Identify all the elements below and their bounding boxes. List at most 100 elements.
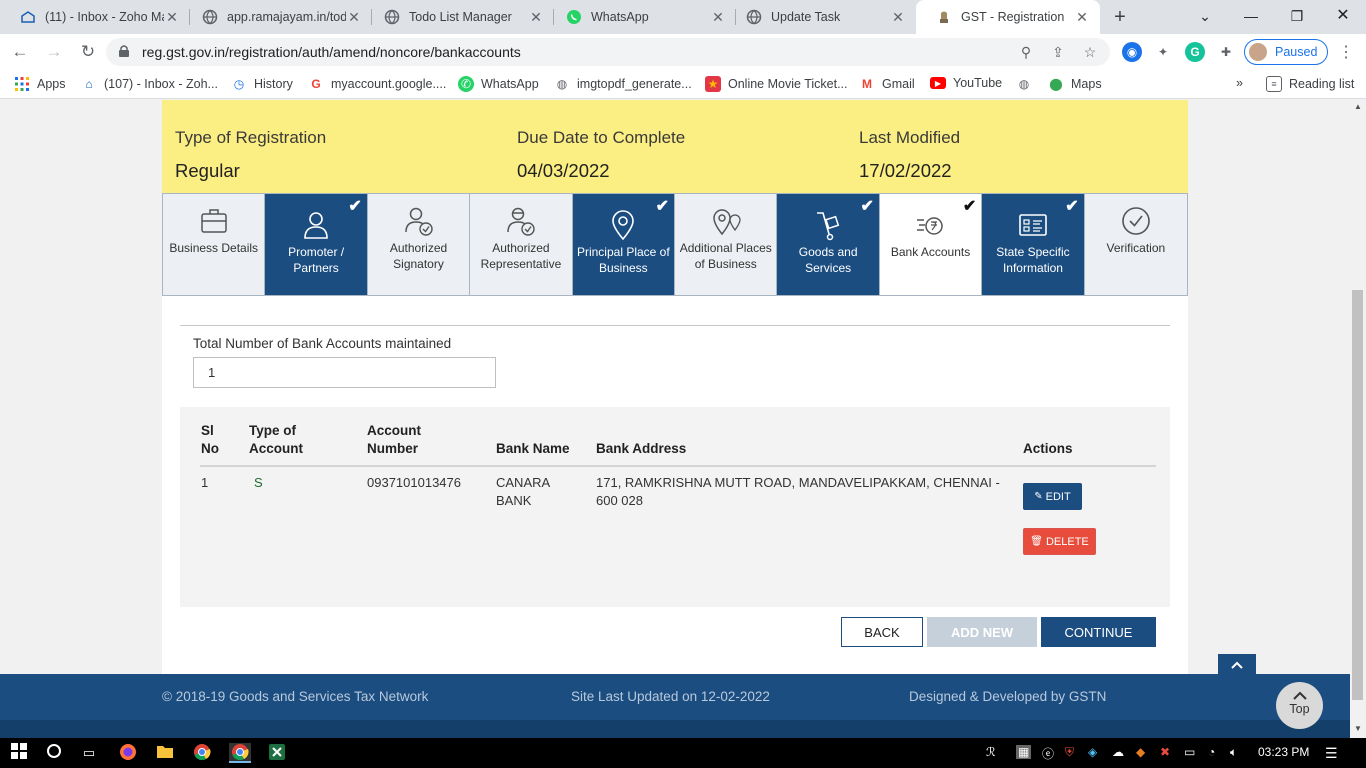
zoom-icon[interactable]: ⚲ — [1016, 42, 1036, 62]
bookmark-apps[interactable]: Apps — [14, 76, 66, 92]
bookmark-zoho-inbox[interactable]: ⌂ (107) - Inbox - Zoh... — [81, 76, 218, 92]
scroll-up-tab[interactable] — [1218, 654, 1256, 676]
gst-tray-icon[interactable]: ▦ — [1016, 745, 1032, 759]
add-new-button[interactable]: ADD NEW — [927, 617, 1037, 647]
address-bar[interactable]: reg.gst.gov.in/registration/auth/amend/n… — [106, 38, 1110, 66]
cell-account-number: 0937101013476 — [367, 475, 461, 490]
step-verification[interactable]: Verification — [1084, 194, 1188, 295]
header-account-number: Account Number — [367, 423, 421, 456]
close-tab-icon[interactable]: ✕ — [1074, 9, 1090, 26]
continue-button[interactable]: CONTINUE — [1041, 617, 1156, 647]
scroll-down-arrow-icon[interactable]: ▼ — [1350, 724, 1366, 733]
scroll-up-arrow-icon[interactable]: ▲ — [1350, 102, 1366, 111]
step-business-details[interactable]: Business Details — [163, 194, 266, 295]
checkmark-icon: ✔ — [962, 198, 977, 215]
grammarly-icon[interactable]: G — [1185, 42, 1205, 62]
bank-accounts-table: Sl No Type of Account Account Number Ban… — [180, 407, 1170, 607]
bank-count-input[interactable]: 1 — [193, 357, 496, 388]
reload-icon[interactable]: ↻ — [76, 40, 100, 64]
trash-icon: 🗑 — [1030, 536, 1043, 547]
browser-tab-active[interactable]: GST - Registration ✕ — [916, 0, 1100, 34]
browser-tab[interactable]: Todo List Manager ✕ — [364, 0, 554, 34]
extension-icon[interactable]: ◉ — [1122, 42, 1142, 62]
bookmark-google-account[interactable]: G myaccount.google.... — [308, 76, 446, 92]
profile-button[interactable]: Paused — [1244, 39, 1328, 65]
close-tab-icon[interactable]: ✕ — [710, 9, 726, 26]
notifications-icon[interactable]: ☰ — [1325, 745, 1338, 762]
back-to-top-button[interactable]: Top — [1276, 682, 1323, 729]
section-divider — [180, 325, 1170, 326]
volume-icon[interactable]: 🔈︎ — [1230, 745, 1237, 760]
clock-time[interactable]: 03:23 PM — [1258, 745, 1309, 759]
restore-button[interactable]: ❐ — [1274, 0, 1320, 34]
app-tray-icon[interactable]: ◆ — [1136, 745, 1145, 759]
avatar — [1249, 43, 1267, 61]
gmail-icon: M — [862, 77, 872, 91]
search-circle-icon[interactable] — [44, 743, 64, 763]
history-icon: ◷ — [233, 77, 245, 91]
windows-start-icon[interactable] — [9, 743, 29, 763]
edit-button[interactable]: ✎ EDIT — [1023, 483, 1082, 510]
step-principal-place[interactable]: ✔ Principal Place of Business — [572, 194, 676, 295]
forward-arrow-icon[interactable]: → — [42, 40, 66, 64]
puzzle-icon[interactable]: ✚ — [1216, 42, 1236, 62]
security-icon[interactable]: ◈ — [1088, 745, 1097, 759]
browser-tab[interactable]: Update Task ✕ — [726, 0, 916, 34]
step-promoter-partners[interactable]: ✔ Promoter / Partners — [265, 194, 368, 295]
browser-tab[interactable]: (11) - Inbox - Zoho Ma ✕ — [0, 0, 190, 34]
share-icon[interactable]: ⇪ — [1048, 42, 1068, 62]
bookmark-youtube[interactable]: ▶ YouTube — [930, 76, 1002, 90]
more-bookmarks-button[interactable]: » — [1236, 76, 1243, 90]
minimize-button[interactable]: — — [1228, 0, 1274, 34]
tab-search-icon[interactable]: ⌄ — [1182, 0, 1228, 34]
close-window-button[interactable]: ✕ — [1320, 0, 1366, 34]
close-tab-icon[interactable]: ✕ — [346, 9, 362, 26]
battery-icon[interactable]: ▭ — [1184, 745, 1195, 759]
back-arrow-icon[interactable]: ← — [8, 40, 32, 64]
shield-icon[interactable]: ⛨ — [1065, 745, 1074, 760]
bookmark-gmail[interactable]: M Gmail — [859, 76, 915, 92]
extension-icon[interactable]: ✦ — [1153, 42, 1173, 62]
bookmark-globe[interactable]: ◍ — [1016, 76, 1039, 92]
close-tab-icon[interactable]: ✕ — [164, 9, 180, 26]
bookmark-movie-tickets[interactable]: ★ Online Movie Ticket... — [705, 76, 848, 92]
bookmark-star-icon[interactable]: ☆ — [1080, 42, 1100, 62]
edge-icon[interactable]: ⓔ — [1042, 745, 1054, 762]
bookmark-imgtopdf[interactable]: ◍ imgtopdf_generate... — [554, 76, 692, 92]
delete-button[interactable]: 🗑 DELETE — [1023, 528, 1096, 555]
step-goods-services[interactable]: ✔ Goods and Services — [777, 194, 880, 295]
close-tab-icon[interactable]: ✕ — [890, 9, 906, 26]
task-view-icon[interactable]: ▭ — [79, 743, 99, 763]
people-icon[interactable]: ℛ — [986, 745, 996, 759]
browser-tab[interactable]: app.ramajayam.in/tod ✕ — [182, 0, 372, 34]
new-tab-button[interactable]: + — [1108, 5, 1132, 29]
excel-icon[interactable] — [267, 743, 287, 763]
bookmark-whatsapp[interactable]: ✆ WhatsApp — [458, 76, 539, 92]
reading-list-button[interactable]: ≡ Reading list — [1266, 76, 1354, 92]
chrome-icon[interactable] — [192, 743, 212, 763]
bookmark-maps[interactable]: ⬤ Maps — [1048, 76, 1101, 92]
back-button[interactable]: BACK — [841, 617, 923, 647]
bookmark-history[interactable]: ◷ History — [231, 76, 293, 92]
header-actions: Actions — [1023, 441, 1073, 456]
id-card-icon — [1019, 214, 1047, 236]
page-scrollbar[interactable]: ▲ ▼ — [1350, 100, 1366, 738]
step-authorized-representative[interactable]: Authorized Representative — [470, 194, 573, 295]
table-header-divider — [200, 465, 1156, 467]
step-additional-places[interactable]: Additional Places of Business — [675, 194, 778, 295]
browser-tab[interactable]: WhatsApp ✕ — [546, 0, 736, 34]
close-tab-icon[interactable]: ✕ — [528, 9, 544, 26]
cloud-icon[interactable]: ☁ — [1112, 745, 1124, 759]
chrome-active-icon[interactable] — [229, 743, 251, 763]
cell-account-type: S — [254, 475, 263, 490]
step-state-specific[interactable]: ✔ State Specific Information — [982, 194, 1085, 295]
file-explorer-icon[interactable] — [155, 743, 175, 763]
firefox-icon[interactable] — [118, 743, 138, 763]
emblem-icon — [936, 9, 952, 25]
menu-icon[interactable]: ⋮ — [1338, 42, 1354, 62]
step-authorized-signatory[interactable]: Authorized Signatory — [367, 194, 471, 295]
scrollbar-thumb[interactable] — [1352, 290, 1363, 700]
step-bank-accounts[interactable]: ✔ Bank Accounts — [879, 194, 983, 295]
alert-tray-icon[interactable]: ✖ — [1160, 745, 1170, 759]
wifi-icon[interactable]: ◔ — [1208, 745, 1215, 759]
